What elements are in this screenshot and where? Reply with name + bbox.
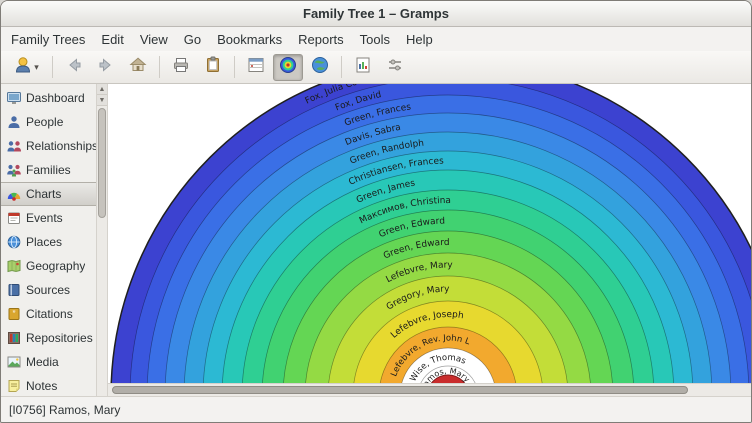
sidebar-item-label: Places <box>26 235 62 249</box>
sidebar-item-media[interactable]: Media <box>1 350 96 374</box>
sidebar-vertical-scrollbar[interactable]: ▲ ▼ <box>97 84 108 396</box>
scroll-up-arrow-icon[interactable]: ▲ <box>97 84 107 95</box>
horizontal-scrollbar-thumb[interactable] <box>112 386 688 394</box>
fan-chart-canvas[interactable]: Fox, Julia Colvil...Fox, DavidGreen, Fra… <box>108 84 751 383</box>
home-icon <box>128 55 148 80</box>
sidebar-item-label: Relationships <box>26 139 96 153</box>
sliders-icon <box>385 55 405 80</box>
navigator-sidebar: Dashboard People Relationships Families … <box>1 84 97 396</box>
forward-button[interactable] <box>91 54 121 81</box>
menu-item-bookmarks[interactable]: Bookmarks <box>209 27 290 51</box>
sidebar-item-label: Notes <box>26 379 57 393</box>
sidebar-item-label: Citations <box>26 307 73 321</box>
sidebar-item-label: Events <box>26 211 63 225</box>
list-view-icon <box>246 55 266 80</box>
menu-item-tools[interactable]: Tools <box>352 27 398 51</box>
places-globe-icon <box>5 234 22 250</box>
menu-item-edit[interactable]: Edit <box>93 27 131 51</box>
person-icon <box>5 114 22 130</box>
main-body: Dashboard People Relationships Families … <box>1 84 751 396</box>
titlebar[interactable]: Family Tree 1 – Gramps <box>1 1 751 27</box>
window-title: Family Tree 1 – Gramps <box>303 6 449 21</box>
sidebar-item-people[interactable]: People <box>1 110 96 134</box>
svg-text:”: ” <box>12 309 15 319</box>
menu-item-help[interactable]: Help <box>398 27 441 51</box>
sidebar-item-label: Media <box>26 355 59 369</box>
sidebar-item-repositories[interactable]: Repositories <box>1 326 96 350</box>
sidebar-item-label: People <box>26 115 63 129</box>
note-icon <box>5 378 22 394</box>
clipboard-icon <box>203 55 223 80</box>
report-button[interactable] <box>348 54 378 81</box>
charts-icon <box>5 186 22 202</box>
sidebar-item-label: Families <box>26 163 71 177</box>
forward-icon <box>96 55 116 80</box>
back-button[interactable] <box>59 54 89 81</box>
menu-item-reports[interactable]: Reports <box>290 27 352 51</box>
bookshelf-icon <box>5 330 22 346</box>
families-icon <box>5 162 22 178</box>
list-view-button[interactable] <box>241 54 271 81</box>
calendar-icon <box>5 210 22 226</box>
globe-icon <box>310 55 330 80</box>
fan-chart-icon <box>278 55 298 80</box>
statusbar: [I0756] Ramos, Mary <box>1 396 751 422</box>
scroll-down-arrow-icon[interactable]: ▼ <box>97 95 107 106</box>
map-icon <box>5 258 22 274</box>
toolbar-separator <box>159 56 160 78</box>
menu-item-view[interactable]: View <box>132 27 176 51</box>
toolbar-separator <box>52 56 53 78</box>
sidebar-item-relationships[interactable]: Relationships <box>1 134 96 158</box>
sidebar-item-label: Charts <box>26 187 61 201</box>
toolbar-separator <box>341 56 342 78</box>
clipboard-button[interactable] <box>198 54 228 81</box>
gramps-logo-icon <box>13 55 33 80</box>
back-icon <box>64 55 84 80</box>
fan-chart-view-button[interactable] <box>273 54 303 81</box>
menu-item-family-trees[interactable]: Family Trees <box>3 27 93 51</box>
relationships-icon <box>5 138 22 154</box>
configure-button[interactable] <box>380 54 410 81</box>
toolbar: ▾ <box>1 51 751 84</box>
sidebar-item-places[interactable]: Places <box>1 230 96 254</box>
sidebar-item-events[interactable]: Events <box>1 206 96 230</box>
dashboard-icon <box>5 90 22 106</box>
sidebar-item-label: Sources <box>26 283 70 297</box>
sidebar-item-citations[interactable]: ” Citations <box>1 302 96 326</box>
geography-view-button[interactable] <box>305 54 335 81</box>
sidebar-item-dashboard[interactable]: Dashboard <box>1 86 96 110</box>
sidebar-item-notes[interactable]: Notes <box>1 374 96 398</box>
sidebar-item-families[interactable]: Families <box>1 158 96 182</box>
citation-icon: ” <box>5 306 22 322</box>
print-icon <box>171 55 191 80</box>
vertical-scrollbar-thumb[interactable] <box>98 108 106 218</box>
horizontal-scrollbar[interactable] <box>108 383 751 396</box>
print-button[interactable] <box>166 54 196 81</box>
active-person-status: [I0756] Ramos, Mary <box>9 403 120 417</box>
gramps-menu-button[interactable]: ▾ <box>6 54 46 81</box>
chevron-down-icon: ▾ <box>34 62 39 73</box>
sidebar-item-label: Geography <box>26 259 85 273</box>
menu-item-go[interactable]: Go <box>176 27 209 51</box>
photo-icon <box>5 354 22 370</box>
sidebar-item-label: Dashboard <box>26 91 85 105</box>
sidebar-item-label: Repositories <box>26 331 93 345</box>
report-icon <box>353 55 373 80</box>
gramps-window: Family Tree 1 – Gramps Family Trees Edit… <box>0 0 752 423</box>
menubar: Family Trees Edit View Go Bookmarks Repo… <box>1 27 751 51</box>
sidebar-item-sources[interactable]: Sources <box>1 278 96 302</box>
sidebar-item-charts[interactable]: Charts <box>1 182 96 206</box>
fan-chart-view: Fox, Julia Colvil...Fox, DavidGreen, Fra… <box>108 84 751 396</box>
home-button[interactable] <box>123 54 153 81</box>
sidebar-item-geography[interactable]: Geography <box>1 254 96 278</box>
book-icon <box>5 282 22 298</box>
toolbar-separator <box>234 56 235 78</box>
